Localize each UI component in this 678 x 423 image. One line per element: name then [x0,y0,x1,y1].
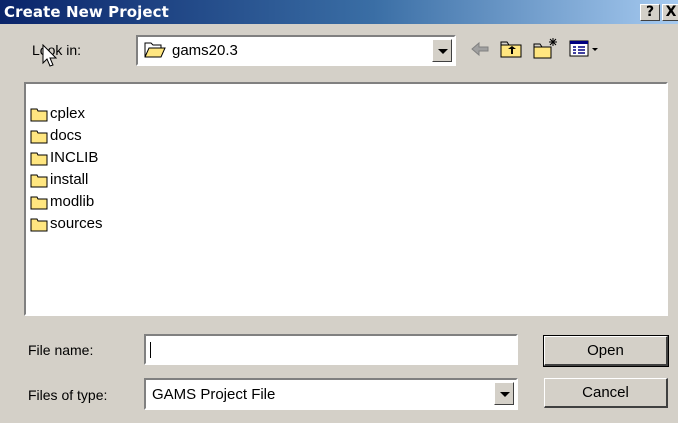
text-caret [150,342,151,358]
files-of-type-dropdown-arrow[interactable] [494,382,514,405]
create-new-folder-icon [533,38,557,59]
view-menu-button[interactable] [566,36,610,62]
look-in-value: gams20.3 [172,42,238,59]
back-arrow-icon [471,41,489,57]
back-button[interactable] [466,36,494,62]
close-button[interactable]: X [662,4,678,21]
create-new-folder-button[interactable] [532,36,560,62]
files-of-type-dropdown[interactable]: GAMS Project File [144,378,518,410]
look-in-dropdown[interactable]: gams20.3 [136,35,456,66]
file-name-input[interactable] [144,334,518,365]
folder-icon [30,174,48,188]
file-name: modlib [50,193,95,210]
help-button[interactable]: ? [640,4,660,21]
folder-icon [30,108,48,122]
look-in-dropdown-arrow[interactable] [432,39,452,62]
file-name-label: File name: [28,342,94,358]
file-name: INCLIB [50,149,99,166]
title-bar[interactable]: Create New Project ? X [0,0,678,24]
mouse-cursor-icon [42,44,58,67]
files-of-type-label: Files of type: [28,387,108,403]
files-of-type-value: GAMS Project File [152,386,276,403]
cancel-button[interactable]: Cancel [544,378,668,408]
file-list[interactable]: cplex docs INCLIB install modlib sources [24,82,668,316]
folder-icon [30,130,48,144]
open-folder-icon [144,42,166,58]
folder-icon [30,196,48,210]
folder-icon [30,218,48,232]
file-name: cplex [50,105,86,122]
file-name: sources [50,215,103,232]
file-name: docs [50,127,82,144]
create-new-project-dialog: Create New Project ? X Look in: gams20.3 [0,0,678,423]
file-name: install [50,171,89,188]
up-one-level-button[interactable] [498,36,526,62]
up-one-level-icon [500,41,522,58]
view-menu-icon [569,40,598,57]
open-button[interactable]: Open [543,335,669,367]
window-title: Create New Project [4,3,169,21]
folder-icon [30,152,48,166]
